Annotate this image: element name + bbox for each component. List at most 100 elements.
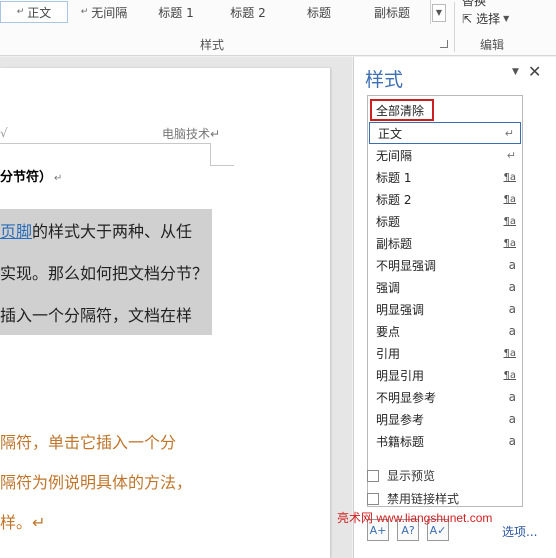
show-preview-checkbox[interactable] [367, 469, 379, 482]
show-preview-label: 显示预览 [387, 469, 436, 483]
paragraph-line: 页脚的样式大于两种、从任 [0, 218, 192, 242]
character-style-icon: a [508, 258, 516, 272]
paragraph-mark-icon: ↵ [54, 173, 63, 184]
gallery-style-label: 标题 [306, 5, 331, 20]
paragraph-mark-icon: ↵ [504, 126, 514, 140]
style-item-subtle-emphasis[interactable]: 不明显强调 a [368, 254, 522, 276]
linked-style-icon: ¶a [503, 215, 517, 227]
select-button[interactable]: ⇱ 选择 ▼ [462, 10, 509, 27]
paragraph-text: 实现。那么如何把文档分节？ [0, 264, 209, 283]
style-item-no-spacing[interactable]: 无间隔 ↵ [368, 144, 522, 166]
cursor-arrow-icon: ⇱ [462, 11, 473, 26]
gallery-style-heading-1[interactable]: 标题 1 [140, 1, 212, 23]
style-item-label: 不明显参考 [376, 390, 437, 405]
style-item-label: 标题 2 [376, 192, 412, 207]
replace-button[interactable]: 替换 [462, 0, 486, 9]
gallery-style-label: 正文 [27, 5, 52, 20]
style-item-label: 书籍标题 [376, 434, 425, 449]
linked-style-icon: ¶a [503, 237, 517, 249]
gallery-style-title[interactable]: 标题 [284, 1, 354, 23]
dialog-launcher-icon[interactable] [440, 40, 448, 48]
header-rule [0, 143, 210, 144]
editing-group-label: 编辑 [480, 38, 505, 52]
paragraph-line: 实现。那么如何把文档分节？ [0, 260, 208, 284]
select-label: 选择 [476, 12, 501, 26]
margin-corner-mark [210, 165, 234, 166]
ribbon: ↵ 正文 ↵ 无间隔 标题 1 标题 2 标题 副标题 ▼ 样式 替换 ⇱ 选择… [0, 0, 556, 56]
paragraph-mark-icon: ↵ [16, 7, 25, 17]
header-right-text: 电脑技术↵ [162, 127, 221, 141]
character-style-icon: a [508, 324, 516, 338]
style-item-label: 强调 [376, 280, 401, 295]
style-item-label: 正文 [378, 126, 403, 141]
disable-linked-styles-checkbox[interactable] [367, 492, 379, 505]
style-item-intense-emphasis[interactable]: 明显强调 a [368, 298, 522, 320]
paragraph-mark-icon: ↵ [80, 7, 89, 17]
document-page[interactable]: √ 电脑技术↵ 分节符） ↵ 页脚的样式大于两种、从任 实现。那么如何把文档分节？… [0, 68, 330, 558]
gallery-style-label: 副标题 [373, 5, 410, 20]
linked-style-icon: ¶a [503, 347, 517, 359]
gallery-style-label: 标题 1 [158, 5, 194, 20]
footer-link[interactable]: 页脚 [0, 222, 32, 241]
paragraph-line: 插入一个分隔符，文档在样 [0, 302, 192, 326]
heading-text: 分节符） [0, 170, 53, 185]
paragraph-text: 插入一个分隔符，文档在样 [0, 306, 193, 325]
style-item-title[interactable]: 标题 ¶a [368, 210, 522, 232]
style-item-label: 不明显强调 [376, 258, 437, 273]
style-item-strong[interactable]: 要点 a [368, 320, 522, 342]
style-item-emphasis[interactable]: 强调 a [368, 276, 522, 298]
character-style-icon: a [508, 302, 516, 316]
character-style-icon: a [508, 434, 516, 448]
gallery-style-label: 无间隔 [91, 5, 128, 20]
style-item-normal[interactable]: 正文 ↵ [369, 122, 521, 144]
watermark: 亮术网 www.liangshunet.com [337, 511, 493, 525]
paragraph-line: 隔符为例说明具体的方法， [0, 473, 193, 492]
style-item-label: 标题 1 [376, 170, 412, 185]
section-heading: 分节符） ↵ [0, 166, 62, 185]
character-style-icon: a [508, 390, 516, 404]
gallery-style-heading-2[interactable]: 标题 2 [212, 1, 284, 23]
group-divider [454, 2, 455, 52]
linked-style-icon: ¶a [503, 193, 517, 205]
paragraph-line: 样。↵ [0, 513, 46, 532]
chevron-down-icon: ▼ [503, 14, 510, 23]
style-item-label: 明显强调 [376, 302, 425, 317]
gallery-style-normal[interactable]: ↵ 正文 [0, 1, 68, 23]
linked-style-icon: ¶a [503, 369, 517, 381]
disable-linked-styles-label: 禁用链接样式 [387, 492, 460, 506]
gallery-style-no-spacing[interactable]: ↵ 无间隔 [68, 1, 140, 23]
options-link[interactable]: 选项... [502, 523, 537, 540]
style-item-heading-1[interactable]: 标题 1 ¶a [368, 166, 522, 188]
styles-gallery: ↵ 正文 ↵ 无间隔 标题 1 标题 2 标题 副标题 [0, 0, 430, 24]
style-item-label: 引用 [376, 346, 401, 361]
style-item-label: 明显引用 [376, 368, 425, 383]
gallery-style-subtitle[interactable]: 副标题 [354, 1, 430, 23]
style-item-label: 无间隔 [376, 148, 413, 163]
style-item-subtitle[interactable]: 副标题 ¶a [368, 232, 522, 254]
margin-corner-mark [210, 143, 211, 165]
style-item-quote[interactable]: 引用 ¶a [368, 342, 522, 364]
style-item-label: 标题 [376, 214, 401, 229]
styles-list: 全部清除 正文 ↵ 无间隔 ↵ 标题 1 ¶a 标题 2 ¶a 标题 ¶a 副标… [367, 95, 523, 507]
paragraph-mark-icon: ↵ [506, 148, 516, 162]
linked-style-icon: ¶a [503, 171, 517, 183]
gallery-more-icon[interactable]: ▼ [432, 4, 446, 22]
pane-title: 样式 [365, 69, 404, 91]
disable-linked-styles-option[interactable]: 禁用链接样式 [367, 490, 459, 507]
style-item-clear-all[interactable]: 全部清除 [370, 99, 434, 121]
pane-options-chevron-icon[interactable]: ▼ [512, 67, 519, 77]
style-item-heading-2[interactable]: 标题 2 ¶a [368, 188, 522, 210]
paragraph-line: 隔符，单击它插入一个分 [0, 433, 177, 452]
style-item-label: 要点 [376, 324, 401, 339]
close-icon[interactable]: ✕ [528, 62, 541, 81]
styles-group-label: 样式 [200, 38, 225, 52]
character-style-icon: a [508, 280, 516, 294]
style-item-subtle-reference[interactable]: 不明显参考 a [368, 386, 522, 408]
style-item-label: 副标题 [376, 236, 413, 251]
show-preview-option[interactable]: 显示预览 [367, 467, 435, 484]
style-item-intense-reference[interactable]: 明显参考 a [368, 408, 522, 430]
style-item-book-title[interactable]: 书籍标题 a [368, 430, 522, 452]
style-item-intense-quote[interactable]: 明显引用 ¶a [368, 364, 522, 386]
styles-pane: 样式 ▼ ✕ 全部清除 正文 ↵ 无间隔 ↵ 标题 1 ¶a 标题 2 ¶a 标… [353, 57, 556, 558]
style-item-label: 明显参考 [376, 412, 425, 427]
